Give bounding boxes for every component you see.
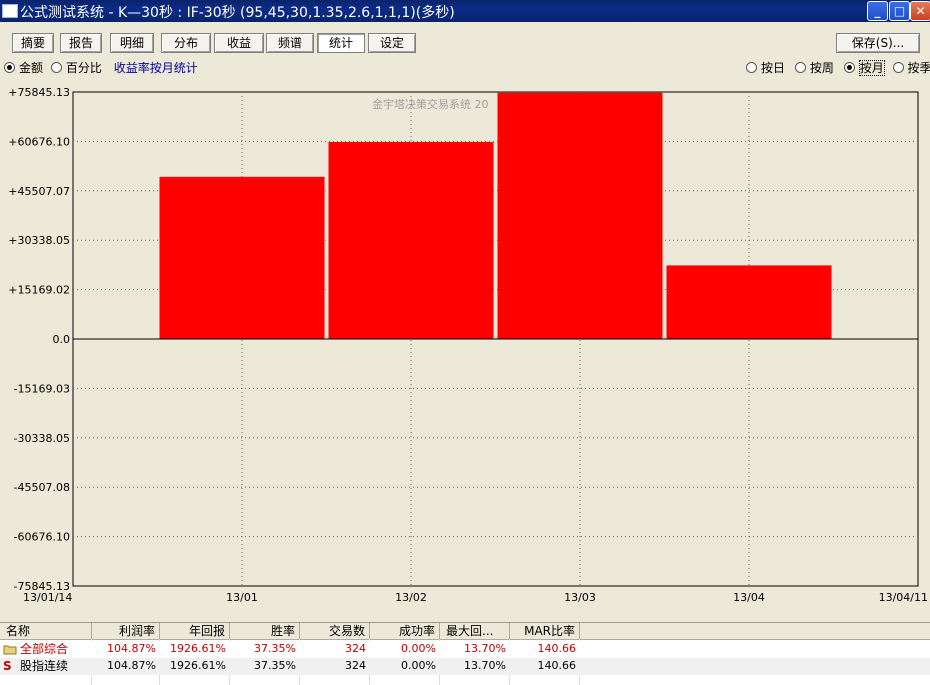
tab-report[interactable]: 报告 bbox=[60, 33, 102, 53]
amount-radio[interactable]: 金额 bbox=[4, 61, 43, 75]
chart-caption: 收益率按月统计 bbox=[113, 61, 198, 75]
radio-dot-icon bbox=[746, 62, 757, 73]
window-title: 公式测试系统 - K—30秒 : IF-30秒 (95,45,30,1.35,2… bbox=[20, 5, 455, 21]
y-tick-label: -30338.05 bbox=[14, 432, 70, 445]
y-tick-label: -15169.03 bbox=[14, 382, 70, 395]
y-tick-label: +30338.05 bbox=[8, 234, 70, 247]
table-header: 名称 利润率 年回报 胜率 交易数 成功率 最大回... MAR比率 bbox=[0, 623, 930, 640]
app-icon bbox=[2, 4, 18, 18]
tab-settings[interactable]: 设定 bbox=[368, 33, 416, 53]
x-tick-label: 13/02 bbox=[395, 591, 427, 604]
bar-13-03 bbox=[497, 92, 663, 339]
y-tick-label: -45507.08 bbox=[14, 481, 70, 494]
x-tick-label: 13/03 bbox=[564, 591, 596, 604]
x-tick-label: 13/04 bbox=[733, 591, 765, 604]
tab-spectrum[interactable]: 频谱 bbox=[266, 33, 314, 53]
row-value: 37.35% bbox=[254, 659, 296, 672]
radio-dot-icon bbox=[4, 62, 15, 73]
by-week-radio[interactable]: 按周 bbox=[794, 61, 834, 75]
header-mar-ratio[interactable]: MAR比率 bbox=[510, 623, 580, 639]
bar-13-01 bbox=[159, 176, 325, 339]
header-profit-rate[interactable]: 利润率 bbox=[92, 623, 160, 639]
by-season-radio[interactable]: 按季 bbox=[892, 61, 930, 75]
tab-detail[interactable]: 明细 bbox=[110, 33, 154, 53]
folder-icon bbox=[3, 641, 17, 657]
bar-13-04 bbox=[666, 265, 832, 339]
row-value: 104.87% bbox=[107, 642, 156, 655]
y-tick-label: -60676.10 bbox=[14, 531, 70, 544]
period-group: 按日 按周 按月 按季 bbox=[746, 59, 930, 76]
s-icon: S bbox=[3, 659, 12, 673]
title-bar: 公式测试系统 - K—30秒 : IF-30秒 (95,45,30,1.35,2… bbox=[0, 0, 930, 22]
header-max-drawdown[interactable]: 最大回... bbox=[440, 623, 510, 639]
tab-summary[interactable]: 摘要 bbox=[12, 33, 54, 53]
y-tick-label: +75845.13 bbox=[8, 86, 70, 99]
radio-dot-icon bbox=[843, 62, 855, 73]
row-value: 13.70% bbox=[464, 642, 506, 655]
table-row[interactable]: S 股指连续 104.87% 1926.61% 37.35% 324 0.00% 13.70%… bbox=[0, 658, 930, 675]
row-value: 0.00% bbox=[401, 642, 436, 655]
tab-statistics[interactable]: 统计 bbox=[317, 33, 365, 53]
row-value: 324 bbox=[345, 659, 366, 672]
table-row[interactable]: 全部综合 104.87% 1926.61% 37.35% 324 0.00% 13.70% 1… bbox=[0, 641, 930, 658]
row-name: 全部综合 bbox=[20, 642, 69, 656]
monthly-return-chart: 金宇塔决策交易系统 20 +75845.13 +60676.10 +45507.07 +… bbox=[0, 82, 930, 608]
x-tick-label: 13/01 bbox=[226, 591, 258, 604]
row-value: 0.00% bbox=[401, 659, 436, 672]
row-value: 1926.61% bbox=[170, 659, 226, 672]
row-value: 140.66 bbox=[537, 659, 577, 672]
x-tick-label: 13/04/11 bbox=[879, 591, 928, 604]
chart-svg: 金宇塔决策交易系统 20 +75845.13 +60676.10 +45507.07 +… bbox=[0, 82, 930, 608]
tab-distribution[interactable]: 分布 bbox=[161, 33, 211, 53]
y-tick-label: +15169.02 bbox=[8, 284, 70, 297]
value-mode-group: 金额 百分比 收益率按月统计 bbox=[4, 59, 198, 75]
row-value: 104.87% bbox=[107, 659, 156, 672]
save-button[interactable]: 保存(S)... bbox=[836, 33, 920, 53]
radio-dot-icon bbox=[50, 62, 62, 73]
by-day-radio[interactable]: 按日 bbox=[746, 61, 785, 75]
header-annual-return[interactable]: 年回报 bbox=[160, 623, 230, 639]
bar-13-02 bbox=[328, 141, 494, 339]
row-value: 37.35% bbox=[254, 642, 296, 655]
row-value: 140.66 bbox=[537, 642, 577, 655]
row-value: 1926.61% bbox=[170, 642, 226, 655]
header-success-rate[interactable]: 成功率 bbox=[370, 623, 440, 639]
radio-dot-icon bbox=[794, 62, 806, 73]
minimize-button[interactable]: _ bbox=[867, 1, 888, 21]
by-month-radio[interactable]: 按月 bbox=[843, 60, 885, 76]
header-trade-count[interactable]: 交易数 bbox=[300, 623, 370, 639]
row-value: 324 bbox=[345, 642, 366, 655]
y-tick-label: 0.0 bbox=[53, 333, 71, 346]
row-name: 股指连续 bbox=[20, 659, 69, 673]
y-tick-label: +60676.10 bbox=[8, 135, 70, 148]
tab-income[interactable]: 收益 bbox=[214, 33, 264, 53]
maximize-button[interactable]: □ bbox=[889, 1, 910, 21]
close-button[interactable]: ✕ bbox=[910, 1, 930, 21]
chart-watermark: 金宇塔决策交易系统 20 bbox=[372, 97, 489, 111]
percent-radio[interactable]: 百分比 bbox=[50, 61, 102, 75]
y-tick-label: +45507.07 bbox=[8, 185, 70, 198]
x-tick-label: 13/01/14 bbox=[23, 591, 72, 604]
header-win-rate[interactable]: 胜率 bbox=[230, 623, 300, 639]
radio-dot-icon bbox=[892, 62, 904, 73]
header-name[interactable]: 名称 bbox=[0, 623, 92, 639]
statistics-table: 名称 利润率 年回报 胜率 交易数 成功率 最大回... MAR比率 全部综合 1… bbox=[0, 622, 930, 685]
row-value: 13.70% bbox=[464, 659, 506, 672]
